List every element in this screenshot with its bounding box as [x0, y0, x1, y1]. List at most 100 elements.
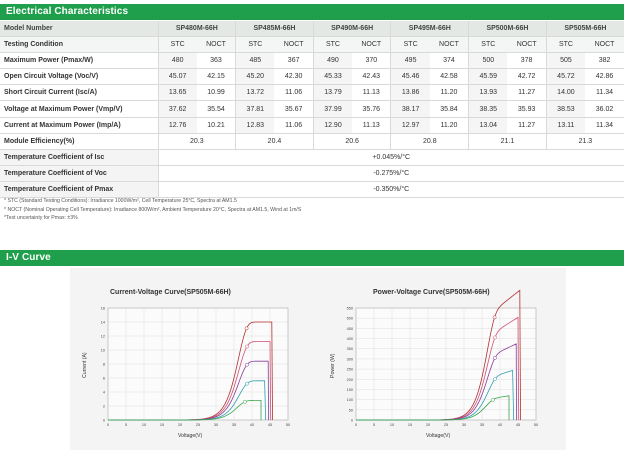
section-title: I-V Curve	[6, 252, 51, 263]
cell-value: 38.17	[390, 100, 430, 118]
condition-noct: NOCT	[585, 36, 624, 54]
condition-stc: STC	[157, 36, 197, 54]
cell-value: 11.34	[585, 117, 624, 134]
model-name: SP480M-66H	[157, 21, 236, 38]
pv-chart: 0 50 100 150 200 250 300 350 400 450 500 550 0 5 10 15 2…	[330, 289, 538, 439]
x-tick-label: 5	[125, 423, 127, 427]
cell-value: 45.20	[235, 68, 275, 86]
y-tick-label: 450	[347, 327, 353, 331]
cell-value: 13.86	[390, 84, 430, 102]
y-tick-label: 12	[101, 335, 105, 339]
cell-value: 363	[196, 52, 236, 70]
y-tick-label: 400	[347, 337, 353, 341]
cell-value: 37.99	[312, 100, 353, 118]
coefficient-row: Temperature Coefficient of Isc +0.045%/°C	[0, 149, 624, 166]
x-tick-label: 50	[286, 423, 290, 427]
mpp-point-200	[490, 398, 495, 402]
x-tick-label: 20	[426, 423, 430, 427]
electrical-characteristics-header: Electrical Characteristics	[0, 4, 624, 20]
cell-value: 11.27	[507, 84, 547, 102]
cell-value: 500	[468, 52, 508, 70]
x-tick-label: 40	[498, 423, 502, 427]
cell-value: 13.04	[468, 117, 508, 134]
x-tick-label: 10	[142, 423, 146, 427]
x-tick-label: 5	[373, 423, 375, 427]
cell-value: 35.67	[274, 100, 314, 118]
coefficient-label: Temperature Coefficient of Voc	[0, 165, 159, 182]
cell-value: 12.97	[390, 117, 430, 134]
cell-value: 42.58	[429, 68, 469, 86]
y-tick-label: 100	[347, 398, 353, 402]
y-tick-label: 6	[103, 377, 105, 381]
row-label: Current at Maximum Power (Imp/A)	[0, 117, 158, 134]
mpp-point-200	[242, 399, 247, 404]
y-tick-label: 16	[101, 307, 105, 311]
cell-value: 45.72	[545, 68, 586, 86]
efficiency-value: 20.3	[157, 133, 236, 150]
cell-value: 480	[157, 52, 197, 70]
y-tick-label: 10	[101, 349, 105, 353]
efficiency-value: 20.8	[390, 133, 469, 150]
efficiency-value: 20.6	[312, 133, 391, 150]
x-tick-label: 15	[160, 423, 164, 427]
cell-value: 370	[352, 52, 391, 70]
x-tick-label: 25	[196, 423, 200, 427]
cell-value: 12.83	[235, 117, 275, 134]
cell-value: 13.72	[235, 84, 275, 102]
condition-stc: STC	[390, 36, 430, 54]
table-row: Voltage at Maximum Power (Vmp/V) 37.62 35.…	[0, 100, 624, 118]
coefficient-value: +0.045%/°C	[158, 149, 624, 166]
model-name: SP495M-66H	[390, 21, 469, 38]
cell-value: 367	[274, 52, 314, 70]
cell-value: 12.76	[157, 117, 197, 134]
y-tick-label: 14	[101, 321, 105, 325]
cell-value: 45.46	[390, 68, 430, 86]
cell-value: 35.93	[507, 100, 547, 118]
cell-value: 11.20	[429, 84, 469, 102]
cell-value: 42.30	[274, 68, 314, 86]
cell-value: 42.43	[352, 68, 391, 86]
y-tick-label: 500	[347, 317, 353, 321]
mpp-point-1000	[244, 326, 249, 331]
y-tick-label: 150	[347, 388, 353, 392]
footnote-uncertainty: *Test uncertainty for Pmax: ±3%	[4, 215, 78, 221]
x-tick-label: 15	[408, 423, 412, 427]
iv-chart: 0 2 4 6 8 10 12 14 16 0 5 10 15 20 25 30 35 40 45 50 Voltage…	[82, 307, 290, 440]
x-tick-label: 45	[268, 423, 272, 427]
x-tick-label: 45	[516, 423, 520, 427]
iv-curve-header: I-V Curve	[0, 250, 624, 266]
coefficient-label: Temperature Coefficient of Isc	[0, 149, 159, 166]
efficiency-row: Module Efficiency(%) 20.3 20.4 20.6 20.8 21.1…	[0, 133, 624, 150]
condition-label: Testing Condition	[0, 36, 158, 54]
cell-value: 45.07	[157, 68, 197, 86]
condition-noct: NOCT	[352, 36, 391, 54]
cell-value: 11.20	[429, 117, 469, 134]
cell-value: 378	[507, 52, 547, 70]
model-name: SP490M-66H	[312, 21, 391, 38]
coefficient-value: -0.350%/°C	[158, 181, 624, 199]
mpp-point-1000	[492, 315, 497, 320]
section-title: Electrical Characteristics	[6, 6, 129, 17]
y-tick-label: 550	[347, 307, 353, 311]
cell-value: 505	[545, 52, 586, 70]
cell-value: 11.06	[274, 117, 314, 134]
mpp-point-800	[493, 335, 497, 340]
y-axis-label: Power (W)	[330, 353, 336, 378]
footnote-stc: * STC (Standard Testing Conditions): Irr…	[4, 198, 237, 204]
condition-stc: STC	[312, 36, 353, 54]
footnote-noct: * NOCT (Nominal Operating Cell Temperatu…	[4, 206, 302, 213]
y-tick-label: 4	[103, 391, 105, 395]
cell-value: 10.99	[196, 84, 236, 102]
cell-value: 42.86	[585, 68, 624, 86]
condition-stc: STC	[468, 36, 508, 54]
efficiency-value: 21.3	[545, 133, 624, 150]
cell-value: 35.76	[352, 100, 391, 118]
condition-noct: NOCT	[196, 36, 236, 54]
x-axis-label: Voltage(V)	[178, 433, 202, 439]
row-label: Module Efficiency(%)	[0, 133, 158, 150]
mpp-point-400	[493, 377, 497, 381]
cell-value: 13.65	[157, 84, 197, 102]
cell-value: 42.72	[507, 68, 547, 86]
cell-value: 35.54	[196, 100, 236, 118]
cell-value: 490	[312, 52, 353, 70]
